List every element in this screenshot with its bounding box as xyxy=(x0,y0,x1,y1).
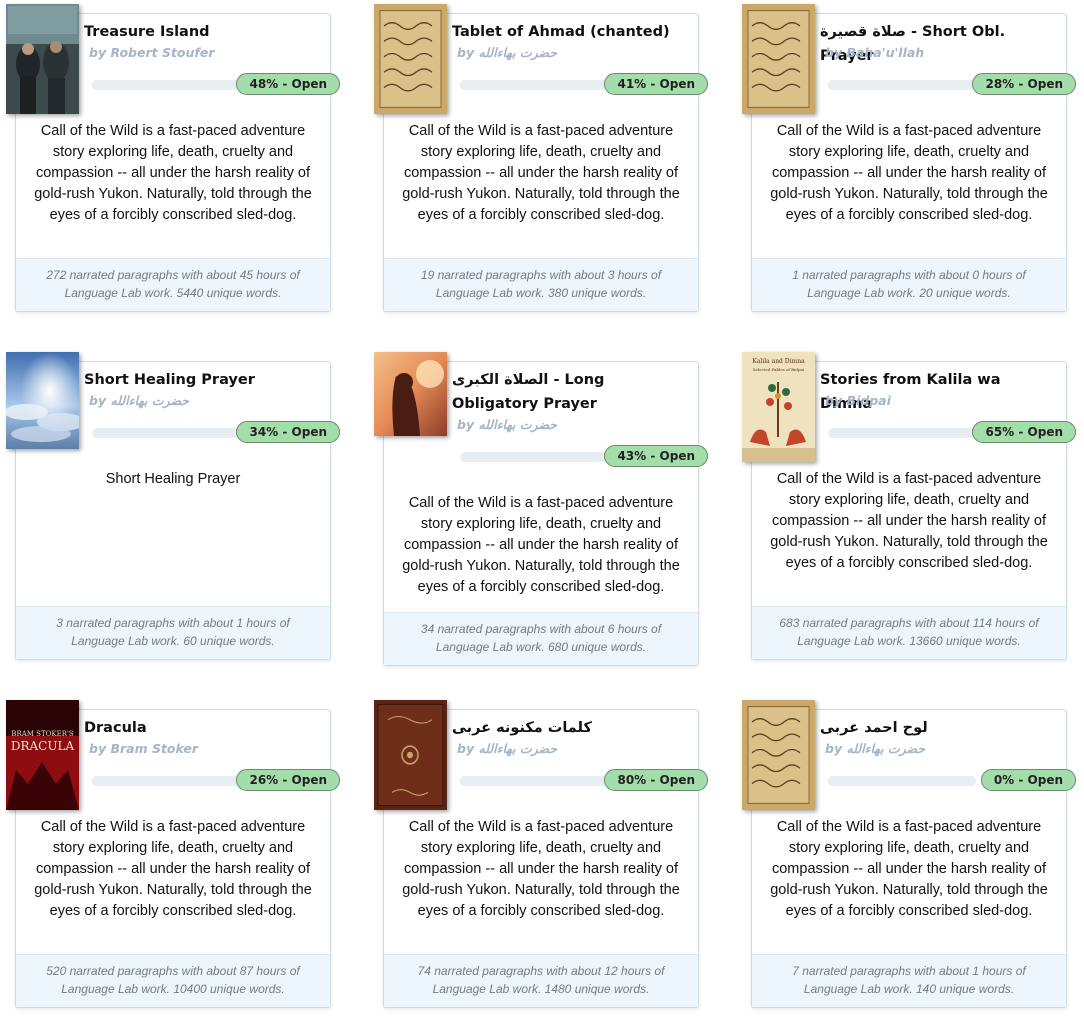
book-stats-footer: 3 narrated paragraphs with about 1 hours… xyxy=(16,606,330,659)
leather-book-cover-image[interactable] xyxy=(374,700,447,810)
book-author: by Baha'u'llah xyxy=(825,45,925,60)
sunset-silhouette-cover-image[interactable] xyxy=(374,352,447,436)
progress-bar xyxy=(828,776,976,786)
progress-bar xyxy=(92,428,240,438)
book-description: Short Healing Prayer xyxy=(105,471,241,487)
book-card[interactable]: Short Healing Prayer by حضرت بهاءالله 34… xyxy=(6,352,340,660)
book-card[interactable]: Tablet of Ahmad (chanted) by حضرت بهاءال… xyxy=(374,4,708,312)
stats-line-2: Language Lab work. 13660 unique words. xyxy=(797,634,1021,648)
book-stats-footer: 19 narrated paragraphs with about 3 hour… xyxy=(384,258,698,311)
progress-bar xyxy=(828,80,976,90)
sky-clouds-cover-image[interactable] xyxy=(6,352,79,449)
stats-line-2: Language Lab work. 20 unique words. xyxy=(807,286,1011,300)
progress-open-badge[interactable]: 65% - Open xyxy=(972,421,1076,443)
stats-line-1: 7 narrated paragraphs with about 1 hours… xyxy=(792,964,1026,978)
progress-open-badge[interactable]: 26% - Open xyxy=(236,769,340,791)
book-description: Call of the Wild is a fast-paced adventu… xyxy=(402,123,680,223)
stats-line-1: 520 narrated paragraphs with about 87 ho… xyxy=(46,964,300,978)
stats-line-1: 74 narrated paragraphs with about 12 hou… xyxy=(417,964,665,978)
book-card[interactable]: Kalila and Dimna Selected Fables of Bidp… xyxy=(742,352,1076,660)
stats-line-2: Language Lab work. 10400 unique words. xyxy=(61,982,285,996)
book-title[interactable]: Short Healing Prayer xyxy=(84,368,320,392)
stats-line-1: 34 narrated paragraphs with about 6 hour… xyxy=(420,622,662,636)
book-author: by Bram Stoker xyxy=(89,741,199,756)
cover-title-text: DRACULA xyxy=(11,739,75,753)
progress-bar xyxy=(92,776,240,786)
book-title[interactable]: الصلاة الكبرى - Long Obligatory Prayer xyxy=(452,368,688,416)
stats-line-2: Language Lab work. 140 unique words. xyxy=(803,982,1015,996)
book-author: by حضرت بهاءالله xyxy=(457,417,558,432)
stats-line-1: 19 narrated paragraphs with about 3 hour… xyxy=(420,268,662,282)
book-description: Call of the Wild is a fast-paced adventu… xyxy=(770,819,1048,919)
progress-open-badge[interactable]: 0% - Open xyxy=(980,769,1076,791)
book-author: by حضرت بهاءالله xyxy=(825,741,926,756)
book-title[interactable]: Treasure Island xyxy=(84,20,320,44)
calligraphy-manuscript-cover-image[interactable] xyxy=(742,4,815,114)
calligraphy-manuscript-cover-image[interactable] xyxy=(374,4,447,114)
book-author: by حضرت بهاءالله xyxy=(457,741,558,756)
book-stats-footer: 74 narrated paragraphs with about 12 hou… xyxy=(384,954,698,1007)
book-card[interactable]: الصلاة الكبرى - Long Obligatory Prayer b… xyxy=(374,352,708,666)
progress-bar xyxy=(460,776,608,786)
book-author: by Robert Stoufer xyxy=(89,45,215,60)
kalila-dimna-cover-image[interactable]: Kalila and Dimna Selected Fables of Bidp… xyxy=(742,352,815,462)
calligraphy-manuscript-cover-image[interactable] xyxy=(742,700,815,810)
book-card[interactable]: Treasure Island by Robert Stoufer 48% - … xyxy=(6,4,340,312)
book-description: Call of the Wild is a fast-paced adventu… xyxy=(770,123,1048,223)
stats-line-2: Language Lab work. 680 unique words. xyxy=(435,640,647,654)
book-title[interactable]: لوح احمد عربى xyxy=(820,716,1056,740)
book-stats-footer: 520 narrated paragraphs with about 87 ho… xyxy=(16,954,330,1007)
book-stats-footer: 34 narrated paragraphs with about 6 hour… xyxy=(384,612,698,665)
book-description: Call of the Wild is a fast-paced adventu… xyxy=(770,471,1048,571)
book-author: by حضرت بهاءالله xyxy=(457,45,558,60)
book-stats-footer: 7 narrated paragraphs with about 1 hours… xyxy=(752,954,1066,1007)
book-author: by Bidpai xyxy=(825,393,891,408)
treasure-island-cover-image[interactable] xyxy=(6,4,79,114)
book-description: Call of the Wild is a fast-paced adventu… xyxy=(34,123,312,223)
progress-open-badge[interactable]: 43% - Open xyxy=(604,445,708,467)
progress-bar xyxy=(92,80,240,90)
stats-line-1: 683 narrated paragraphs with about 114 h… xyxy=(779,616,1039,630)
book-author: by حضرت بهاءالله xyxy=(89,393,190,408)
book-stats-footer: 272 narrated paragraphs with about 45 ho… xyxy=(16,258,330,311)
book-card[interactable]: كلمات مكنونه عربى by حضرت بهاءالله 80% -… xyxy=(374,700,708,1008)
progress-bar xyxy=(828,428,976,438)
progress-open-badge[interactable]: 80% - Open xyxy=(604,769,708,791)
stats-line-1: 272 narrated paragraphs with about 45 ho… xyxy=(46,268,300,282)
book-title[interactable]: Stories from Kalila wa Dimna xyxy=(820,368,1056,416)
book-title[interactable]: Tablet of Ahmad (chanted) xyxy=(452,20,688,44)
book-card[interactable]: لوح احمد عربى by حضرت بهاءالله 0% - Open… xyxy=(742,700,1076,1008)
book-card[interactable]: صلاة قصيرة - Short Obl. Prayer by Baha'u… xyxy=(742,4,1076,312)
book-description: Call of the Wild is a fast-paced adventu… xyxy=(34,819,312,919)
cover-author-text: BRAM STOKER'S xyxy=(11,730,74,738)
cover-title-text: Kalila and Dimna xyxy=(752,358,805,365)
cover-subtitle-text: Selected Fables of Bidpai xyxy=(753,367,805,372)
progress-open-badge[interactable]: 28% - Open xyxy=(972,73,1076,95)
stats-line-2: Language Lab work. 380 unique words. xyxy=(435,286,647,300)
stats-line-2: Language Lab work. 60 unique words. xyxy=(71,634,275,648)
stats-line-2: Language Lab work. 5440 unique words. xyxy=(64,286,282,300)
book-title[interactable]: كلمات مكنونه عربى xyxy=(452,716,688,740)
book-title[interactable]: صلاة قصيرة - Short Obl. Prayer xyxy=(820,20,1056,68)
progress-open-badge[interactable]: 41% - Open xyxy=(604,73,708,95)
progress-open-badge[interactable]: 34% - Open xyxy=(236,421,340,443)
progress-bar xyxy=(460,80,608,90)
progress-open-badge[interactable]: 48% - Open xyxy=(236,73,340,95)
book-stats-footer: 1 narrated paragraphs with about 0 hours… xyxy=(752,258,1066,311)
stats-line-1: 3 narrated paragraphs with about 1 hours… xyxy=(56,616,290,630)
book-description: Call of the Wild is a fast-paced adventu… xyxy=(402,819,680,919)
book-title[interactable]: Dracula xyxy=(84,716,320,740)
book-stats-footer: 683 narrated paragraphs with about 114 h… xyxy=(752,606,1066,659)
book-description: Call of the Wild is a fast-paced adventu… xyxy=(402,495,680,595)
stats-line-2: Language Lab work. 1480 unique words. xyxy=(432,982,650,996)
progress-bar xyxy=(460,452,608,462)
book-card[interactable]: BRAM STOKER'S DRACULA Dracula by Bram St… xyxy=(6,700,340,1008)
stats-line-1: 1 narrated paragraphs with about 0 hours… xyxy=(792,268,1026,282)
dracula-cover-image[interactable]: BRAM STOKER'S DRACULA xyxy=(6,700,79,810)
